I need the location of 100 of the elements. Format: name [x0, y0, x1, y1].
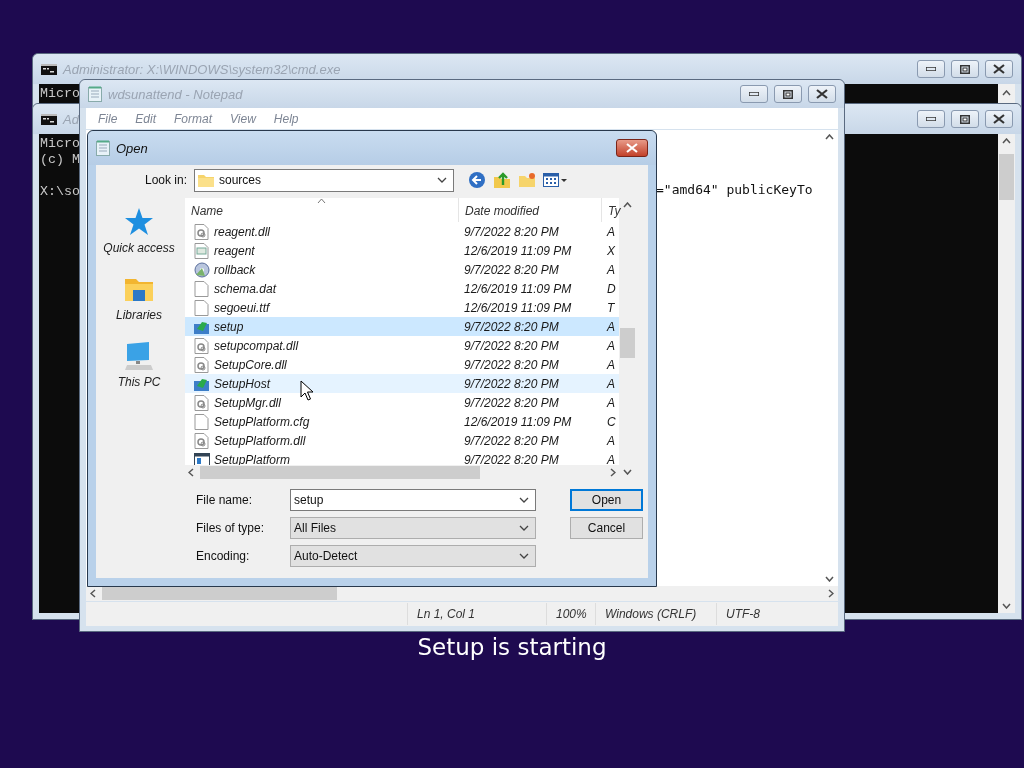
file-name: SetupPlatform.cfg	[214, 414, 310, 429]
minimize-button[interactable]	[740, 85, 768, 103]
file-row[interactable]: SetupHost 9/7/2022 8:20 PM A	[185, 374, 619, 393]
minimize-icon	[926, 67, 936, 71]
place-item[interactable]: Quick access	[103, 206, 175, 255]
file-icon	[194, 394, 210, 411]
dropdown[interactable]: Auto-Detect	[290, 545, 536, 567]
menu-item[interactable]: File	[92, 111, 124, 126]
date-modified: 12/6/2019 11:09 PM	[463, 243, 573, 258]
file-row[interactable]: reagent.dll 9/7/2022 8:20 PM A	[185, 222, 619, 241]
menu-item[interactable]: Edit	[129, 111, 163, 126]
console-text: Micro	[40, 86, 80, 102]
field-label: File name:	[196, 493, 254, 507]
file-row[interactable]: SetupCore.dll 9/7/2022 8:20 PM A	[185, 355, 619, 374]
look-in-dropdown[interactable]: sources	[194, 168, 454, 192]
close-icon	[993, 114, 1005, 124]
computer-icon	[123, 340, 155, 372]
date-modified: 9/7/2022 8:20 PM	[463, 262, 560, 277]
file-row[interactable]: SetupPlatform.dll 9/7/2022 8:20 PM A	[185, 431, 619, 450]
file-row[interactable]: rollback 9/7/2022 8:20 PM A	[185, 260, 619, 279]
place-item[interactable]: Libraries	[116, 273, 162, 322]
cancel-button[interactable]: Cancel	[570, 517, 643, 539]
close-icon	[626, 143, 638, 153]
maximize-button[interactable]	[774, 85, 802, 103]
place-item[interactable]: This PC	[117, 340, 161, 389]
scrollbar-thumb[interactable]	[619, 328, 635, 358]
horizontal-scrollbar[interactable]	[86, 586, 838, 601]
notepad-icon	[96, 140, 110, 156]
column-header[interactable]: Name	[185, 198, 458, 222]
date-modified: 9/7/2022 8:20 PM	[463, 357, 560, 372]
text-line: ="amd64" publicKeyTo	[656, 182, 813, 197]
file-type: D	[606, 281, 617, 296]
date-modified: 12/6/2019 11:09 PM	[463, 281, 573, 296]
file-type: C	[606, 414, 617, 429]
file-name: SetupCore.dll	[214, 357, 287, 372]
dropdown[interactable]: All Files	[290, 517, 536, 539]
file-row[interactable]: reagent 12/6/2019 11:09 PM X	[185, 241, 619, 260]
file-type: A	[605, 224, 616, 239]
menu-item[interactable]: Help	[267, 111, 305, 126]
file-type: X	[606, 243, 616, 258]
scrollbar[interactable]	[998, 134, 1015, 613]
file-name: segoeui.ttf	[214, 300, 270, 315]
file-name: setup	[214, 319, 244, 334]
mouse-pointer-icon	[300, 380, 314, 402]
file-type: A	[605, 433, 616, 448]
file-icon	[194, 337, 210, 354]
window-title: wdsunattend - Notepad	[108, 86, 243, 102]
file-name-field[interactable]: setup	[290, 489, 536, 511]
close-button[interactable]	[808, 85, 836, 103]
maximize-button[interactable]	[951, 110, 979, 128]
date-modified: 9/7/2022 8:20 PM	[463, 452, 560, 465]
close-button[interactable]	[616, 139, 648, 157]
field-label: Look in:	[143, 173, 187, 187]
star-icon	[123, 206, 155, 238]
close-button[interactable]	[985, 110, 1013, 128]
scrollbar[interactable]	[998, 84, 1015, 103]
file-row[interactable]: schema.dat 12/6/2019 11:09 PM D	[185, 279, 619, 298]
date-modified: 9/7/2022 8:20 PM	[463, 376, 560, 391]
file-type: A	[605, 357, 616, 372]
status-message: Setup is starting	[416, 634, 608, 660]
back-icon	[468, 171, 486, 189]
file-row[interactable]: SetupPlatform.cfg 12/6/2019 11:09 PM C	[185, 412, 619, 431]
file-name: rollback	[214, 262, 256, 277]
file-row[interactable]: setupcompat.dll 9/7/2022 8:20 PM A	[185, 336, 619, 355]
file-icon	[194, 223, 210, 240]
field-label: Encoding:	[196, 549, 251, 563]
maximize-icon	[783, 89, 793, 99]
column-header[interactable]: Date modified	[458, 198, 601, 222]
file-name: SetupHost	[214, 376, 271, 391]
minimize-icon	[749, 92, 759, 96]
file-name: SetupMgr.dll	[214, 395, 281, 410]
menu-item[interactable]: View	[224, 111, 262, 126]
menu-item[interactable]: Format	[168, 111, 219, 126]
window-title: Open	[116, 140, 148, 156]
status-text: 100%	[546, 603, 595, 625]
console-icon	[41, 63, 57, 75]
console-text: (c) M	[40, 152, 80, 168]
file-row[interactable]: segoeui.ttf 12/6/2019 11:09 PM T	[185, 298, 619, 317]
window-title: Ad	[63, 111, 79, 127]
date-modified: 9/7/2022 8:20 PM	[463, 433, 560, 448]
file-name: SetupPlatform.dll	[214, 433, 306, 448]
open-button[interactable]: Open	[570, 489, 643, 511]
minimize-button[interactable]	[917, 110, 945, 128]
minimize-button[interactable]	[917, 60, 945, 78]
minimize-icon	[926, 117, 936, 121]
file-row[interactable]: setup 9/7/2022 8:20 PM A	[185, 317, 619, 336]
file-row[interactable]: SetupMgr.dll 9/7/2022 8:20 PM A	[185, 393, 619, 412]
maximize-icon	[960, 114, 970, 124]
field-label: Files of type:	[196, 521, 266, 535]
file-type: T	[606, 300, 616, 315]
date-modified: 12/6/2019 11:09 PM	[463, 300, 573, 315]
disc-icon	[194, 261, 210, 278]
window-icon	[194, 451, 210, 465]
scrollbar-thumb[interactable]	[999, 154, 1014, 200]
file-icon	[194, 356, 210, 373]
close-button[interactable]	[985, 60, 1013, 78]
file-name: reagent	[214, 243, 255, 258]
console-text: X:\so	[40, 184, 80, 200]
file-name: reagent.dll	[214, 224, 271, 239]
maximize-button[interactable]	[951, 60, 979, 78]
